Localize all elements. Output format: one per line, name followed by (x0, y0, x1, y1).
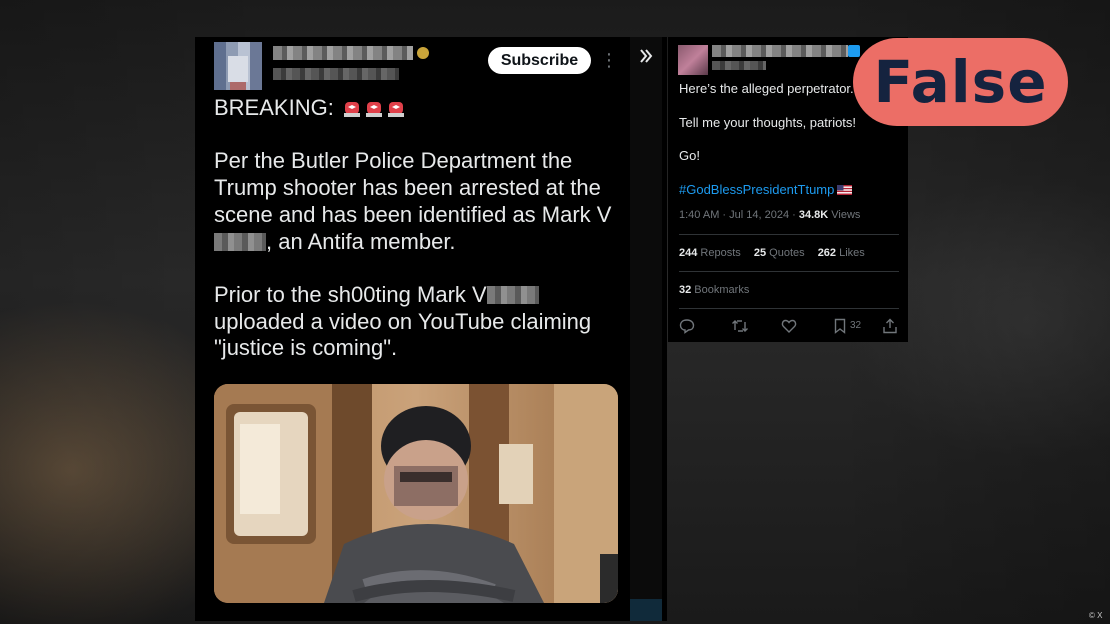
verified-badge-icon (848, 45, 860, 57)
paragraph-video-claim: Prior to the sh00ting Mark V uploaded a … (214, 282, 614, 362)
image-credit: © X (1089, 611, 1103, 620)
quotes-stat[interactable]: 25 Quotes (754, 247, 805, 259)
blurred-handle (712, 61, 766, 70)
bookmarks-count: 32 (679, 284, 692, 296)
paragraph-breaking: BREAKING: (214, 95, 614, 122)
blurred-handle (273, 68, 399, 80)
redacted-surname (486, 285, 539, 304)
avatar-pixelated[interactable] (214, 42, 262, 90)
blurred-display-name (712, 45, 848, 57)
repost-icon[interactable] (731, 317, 749, 335)
paragraph-police-statement: Per the Butler Police Department the Tru… (214, 148, 614, 255)
reposts-stat[interactable]: 244 Reposts (679, 247, 741, 259)
siren-icon (343, 102, 360, 117)
left-post-card: Subscribe ⋮ BREAKING: Per the Butler Pol… (195, 37, 667, 621)
quotes-count: 25 (753, 247, 767, 259)
siren-icon (387, 102, 404, 117)
us-flag-icon (837, 184, 853, 195)
action-bar: 32 (679, 317, 901, 335)
attached-photo[interactable] (214, 384, 618, 603)
reply-icon[interactable] (679, 317, 695, 335)
divider (679, 271, 899, 272)
subscribe-button[interactable]: Subscribe (488, 47, 591, 74)
bookmark-icon[interactable] (833, 317, 847, 335)
engagement-stats: 244 Reposts 25 Quotes 262 Likes (679, 247, 875, 259)
views-label: Views (828, 209, 861, 221)
chevron-double-right-icon[interactable] (635, 45, 657, 67)
share-icon[interactable] (882, 317, 898, 335)
more-options-icon[interactable]: ⋮ (600, 51, 618, 71)
bookmarks-stat[interactable]: 32 Bookmarks (679, 284, 749, 296)
hashtag-link[interactable]: #GodBlessPresidentTtump (679, 182, 834, 197)
text-span: Prior to the sh00ting Mark V (214, 281, 487, 307)
likes-label: Likes (836, 247, 865, 259)
quotes-label: Quotes (766, 247, 805, 259)
verified-badge-icon (417, 47, 429, 59)
text-span: Per the Butler Police Department the Tru… (214, 148, 612, 227)
bookmark-action-count: 32 (850, 320, 862, 331)
reposts-label: Reposts (697, 247, 741, 259)
timestamp[interactable]: 1:40 AM · Jul 14, 2024 · (679, 209, 799, 221)
redacted-surname (214, 232, 266, 251)
views-count: 34.8K (798, 209, 829, 221)
post-body: BREAKING: Per the Butler Police Departme… (214, 95, 614, 389)
likes-count: 262 (817, 247, 837, 259)
tweet-line: Tell me your thoughts, patriots! (679, 114, 857, 130)
likes-stat[interactable]: 262 Likes (818, 247, 865, 259)
tweet-hashtag-line: #GodBlessPresidentTtump (679, 182, 899, 199)
text-span: , an Antifa member. (266, 228, 456, 254)
timestamp-views: 1:40 AM · Jul 14, 2024 · 34.8K Views (679, 209, 860, 221)
bookmarks-label: Bookmarks (691, 284, 750, 296)
text-span: uploaded a video on YouTube claiming "ju… (214, 308, 592, 361)
blurred-display-name (273, 46, 413, 60)
like-icon[interactable] (781, 317, 797, 335)
tweet-line: Go! (679, 148, 700, 163)
false-verdict-badge: False (853, 38, 1068, 126)
avatar-pixelated[interactable] (678, 45, 708, 75)
reposts-count: 244 (679, 247, 698, 259)
scrollbar-thumb[interactable] (630, 599, 662, 621)
breaking-label: BREAKING: (214, 95, 334, 120)
divider (679, 308, 899, 309)
scrollbar[interactable] (630, 37, 662, 621)
verdict-label: False (873, 48, 1048, 116)
divider (679, 234, 899, 235)
siren-icon (365, 102, 382, 117)
